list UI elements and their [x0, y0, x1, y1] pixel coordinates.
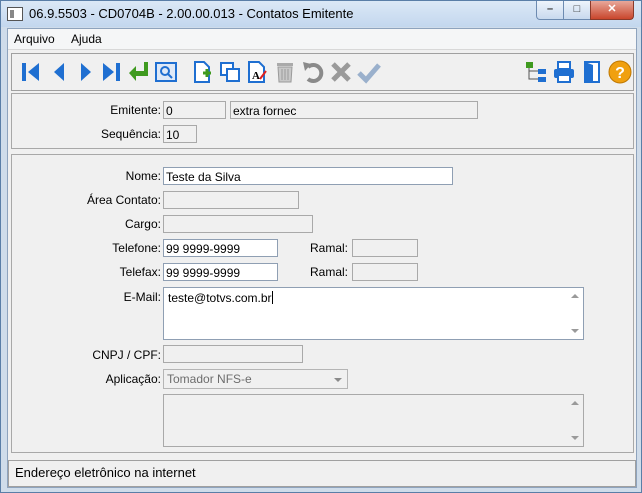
close-button[interactable]: ✕	[590, 1, 634, 20]
cargo-input[interactable]	[163, 215, 313, 233]
help-question-icon[interactable]: ?	[607, 59, 633, 85]
emitente-label: Emitente:	[110, 103, 161, 117]
delete-trash-icon[interactable]	[272, 59, 298, 85]
goto-enter-icon[interactable]	[126, 59, 152, 85]
confirm-check-icon[interactable]	[356, 59, 382, 85]
telefone-ramal-input[interactable]	[352, 239, 418, 257]
aplicacao-description-textarea[interactable]	[163, 394, 584, 447]
cancel-x-icon[interactable]	[328, 59, 354, 85]
telefone-label: Telefone:	[112, 241, 161, 255]
scroll-up-icon[interactable]	[571, 294, 579, 298]
app-icon	[7, 7, 23, 21]
area-contato-input[interactable]	[163, 191, 299, 209]
last-record-icon[interactable]	[98, 59, 124, 85]
telefax-input[interactable]: 99 9999-9999	[163, 263, 278, 281]
scroll-up-icon[interactable]	[571, 401, 579, 405]
menu-ajuda[interactable]: Ajuda	[71, 32, 102, 46]
email-label: E-Mail:	[123, 290, 161, 304]
chevron-down-icon	[334, 378, 342, 382]
header-panel: Emitente: 0 extra fornec Sequência: 10	[11, 93, 634, 149]
description-scrollbar[interactable]	[567, 395, 583, 446]
menu-bar: Arquivo Ajuda	[8, 29, 636, 50]
area-contato-label: Área Contato:	[86, 193, 161, 207]
emitente-name-field: extra fornec	[230, 101, 478, 119]
search-zoom-icon[interactable]	[153, 59, 179, 85]
svg-text:A: A	[252, 70, 260, 82]
new-document-icon[interactable]	[189, 59, 215, 85]
toolbar: A ?	[11, 53, 634, 91]
previous-record-icon[interactable]	[46, 59, 72, 85]
scroll-down-icon[interactable]	[571, 436, 579, 440]
first-record-icon[interactable]	[18, 59, 44, 85]
print-icon[interactable]	[551, 59, 577, 85]
next-record-icon[interactable]	[73, 59, 99, 85]
undo-icon[interactable]	[300, 59, 326, 85]
telefax-ramal-input[interactable]	[352, 263, 418, 281]
text-caret	[271, 291, 273, 304]
aplicacao-select[interactable]: Tomador NFS-e	[163, 369, 348, 389]
sequencia-label: Sequência:	[100, 127, 161, 141]
emitente-code-field: 0	[163, 101, 226, 119]
tree-structure-icon[interactable]	[523, 59, 549, 85]
menu-arquivo[interactable]: Arquivo	[14, 32, 55, 46]
email-value: teste@totvs.com.br	[168, 291, 272, 305]
telefax-ramal-label: Ramal:	[309, 265, 348, 279]
aplicacao-selected-value: Tomador NFS-e	[167, 372, 252, 386]
copy-icon[interactable]	[217, 59, 243, 85]
contact-form-panel: Nome: Teste da Silva Área Contato: Cargo…	[11, 154, 634, 453]
nome-input[interactable]: Teste da Silva	[163, 167, 453, 185]
status-bar: Endereço eletrônico na internet	[8, 460, 636, 487]
minimize-button[interactable]: –	[536, 1, 564, 20]
application-window: 06.9.5503 - CD0704B - 2.00.00.013 - Cont…	[0, 0, 642, 493]
aplicacao-label: Aplicação:	[105, 372, 161, 386]
client-area: Arquivo Ajuda A ? Emitente: 0 extra forn…	[7, 28, 637, 488]
window-title: 06.9.5503 - CD0704B - 2.00.00.013 - Cont…	[29, 6, 354, 21]
email-scrollbar[interactable]	[567, 288, 583, 339]
cnpj-cpf-input[interactable]	[163, 345, 303, 363]
svg-text:?: ?	[615, 65, 625, 82]
title-bar[interactable]: 06.9.5503 - CD0704B - 2.00.00.013 - Cont…	[1, 1, 641, 27]
sequencia-field: 10	[163, 125, 197, 143]
scroll-down-icon[interactable]	[571, 329, 579, 333]
telefone-input[interactable]: 99 9999-9999	[163, 239, 278, 257]
cnpj-cpf-label: CNPJ / CPF:	[92, 348, 161, 362]
maximize-button[interactable]: □	[563, 1, 591, 20]
edit-document-icon[interactable]: A	[244, 59, 270, 85]
exit-door-icon[interactable]	[579, 59, 605, 85]
email-textarea[interactable]: teste@totvs.com.br	[163, 287, 584, 340]
telefax-label: Telefax:	[119, 265, 161, 279]
status-text: Endereço eletrônico na internet	[15, 465, 196, 480]
cargo-label: Cargo:	[124, 217, 161, 231]
telefone-ramal-label: Ramal:	[309, 241, 348, 255]
nome-label: Nome:	[125, 169, 161, 183]
